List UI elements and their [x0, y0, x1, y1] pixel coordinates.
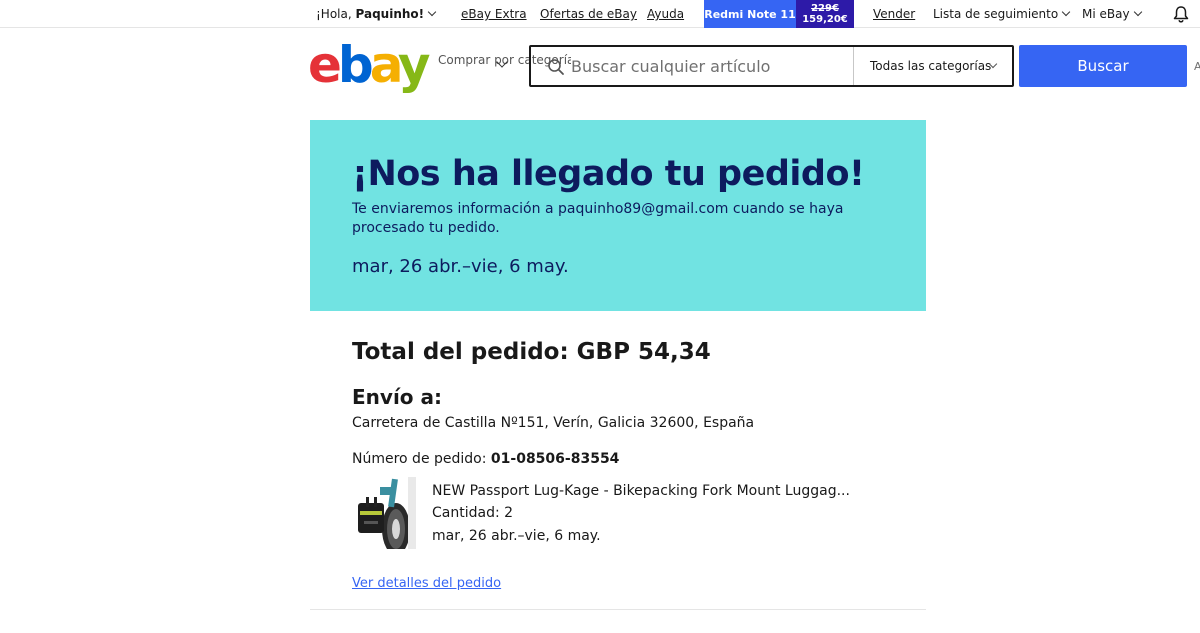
watchlist-label: Lista de seguimiento — [933, 7, 1059, 21]
order-confirmation-panel: ¡Nos ha llegado tu pedido! Te enviaremos… — [310, 120, 926, 311]
shipping-address: Carretera de Castilla Nº151, Verín, Gali… — [352, 415, 755, 431]
order-number-value: 01-08506-83554 — [490, 451, 620, 467]
chevron-down-icon — [427, 7, 437, 17]
category-select[interactable]: Todas las categorías — [853, 47, 1014, 85]
my-ebay-label: Mi eBay — [1082, 7, 1130, 21]
order-number: Número de pedido: 01-08506-83554 — [352, 451, 619, 467]
bell-icon[interactable] — [1172, 5, 1190, 23]
category-select-label: Todas las categorías — [870, 59, 992, 73]
item-title[interactable]: NEW Passport Lug-Kage - Bikepacking Fork… — [432, 483, 850, 499]
greeting-name: Paquinho! — [355, 7, 425, 21]
promo-prices: 229€ 159,20€ — [796, 0, 854, 28]
my-ebay-menu[interactable]: Mi eBay — [1082, 7, 1142, 21]
item-delivery-dates: mar, 26 abr.–vie, 6 may. — [432, 528, 601, 544]
order-total: Total del pedido: GBP 54,34 — [352, 339, 711, 365]
link-ebay-extra[interactable]: eBay Extra — [461, 7, 527, 21]
promo-banner[interactable]: Redmi Note 11 229€ 159,20€ — [704, 0, 854, 28]
delivery-dates: mar, 26 abr.–vie, 6 may. — [352, 256, 569, 277]
link-ofertas[interactable]: Ofertas de eBay — [540, 7, 637, 21]
search-bar: Todas las categorías — [529, 45, 1014, 87]
chevron-down-icon — [1133, 7, 1142, 17]
item-quantity: Cantidad: 2 — [432, 505, 514, 521]
greeting-prefix: ¡Hola, — [316, 7, 356, 21]
confirmation-title: ¡Nos ha llegado tu pedido! — [352, 154, 865, 194]
item-thumbnail[interactable] — [352, 477, 416, 549]
search-icon — [548, 59, 564, 75]
ship-to-heading: Envío a: — [352, 385, 442, 409]
link-ayuda[interactable]: Ayuda — [647, 7, 684, 21]
search-button[interactable]: Buscar — [1019, 45, 1187, 87]
promo-new-price: 159,20€ — [802, 14, 848, 25]
greeting[interactable]: ¡Hola, Paquinho! — [316, 7, 437, 21]
order-details-link[interactable]: Ver detalles del pedido — [352, 576, 501, 591]
ebay-logo[interactable]: ebay — [308, 40, 430, 90]
search-input[interactable] — [571, 53, 851, 79]
top-utility-bar: ¡Hola, Paquinho! eBay Extra Ofertas de e… — [0, 0, 1200, 28]
divider — [310, 609, 926, 610]
advanced-search-link[interactable]: A — [1194, 60, 1200, 73]
chevron-down-icon — [1061, 7, 1071, 17]
promo-old-price: 229€ — [811, 3, 839, 14]
watchlist-menu[interactable]: Lista de seguimiento — [933, 7, 1071, 21]
confirmation-note: Te enviaremos información a paquinho89@g… — [352, 201, 844, 236]
promo-label: Redmi Note 11 — [704, 0, 796, 28]
order-number-label: Número de pedido: — [352, 451, 491, 467]
link-vender[interactable]: Vender — [873, 7, 915, 21]
